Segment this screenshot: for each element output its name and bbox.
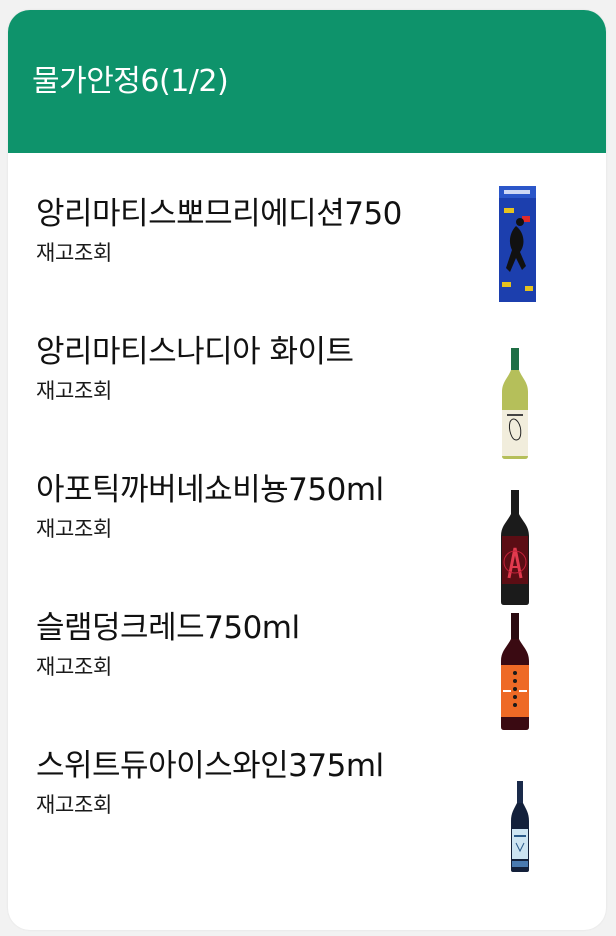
list-item[interactable]: 스위트듀아이스와인375ml 재고조회	[8, 745, 606, 883]
stock-check-link[interactable]: 재고조회	[36, 238, 112, 268]
red-wine-orange-label-image[interactable]	[499, 613, 531, 731]
stock-check-link[interactable]: 재고조회	[36, 514, 112, 544]
product-name[interactable]: 앙리마티스나디아 화이트	[36, 331, 354, 373]
list-item[interactable]: 앙리마티스뽀므리에디션750 재고조회	[8, 186, 606, 331]
page-title: 물가안정6(1/2)	[32, 64, 229, 99]
header-bar: 물가안정6(1/2)	[8, 10, 606, 153]
product-name[interactable]: 슬램덩크레드750ml	[36, 607, 300, 649]
product-name[interactable]: 아포틱까버네쇼비뇽750ml	[36, 469, 384, 511]
red-wine-bottle-image[interactable]	[499, 490, 531, 606]
ice-wine-bottle-image[interactable]	[510, 781, 530, 873]
white-wine-bottle-image[interactable]	[500, 348, 530, 460]
list-item[interactable]: 아포틱까버네쇼비뇽750ml 재고조회	[8, 469, 606, 607]
list-item[interactable]: 앙리마티스나디아 화이트 재고조회	[8, 331, 606, 469]
stock-check-link[interactable]: 재고조회	[36, 790, 112, 820]
product-list-card: 물가안정6(1/2) 앙리마티스뽀므리에디션750 재고조회 앙리마티스나디아 …	[8, 10, 606, 930]
gift-box-blue-image[interactable]	[498, 186, 538, 304]
product-name[interactable]: 스위트듀아이스와인375ml	[36, 745, 384, 787]
list-item[interactable]: 슬램덩크레드750ml 재고조회	[8, 607, 606, 745]
stock-check-link[interactable]: 재고조회	[36, 376, 112, 406]
product-name[interactable]: 앙리마티스뽀므리에디션750	[36, 193, 402, 235]
stock-check-link[interactable]: 재고조회	[36, 652, 112, 682]
